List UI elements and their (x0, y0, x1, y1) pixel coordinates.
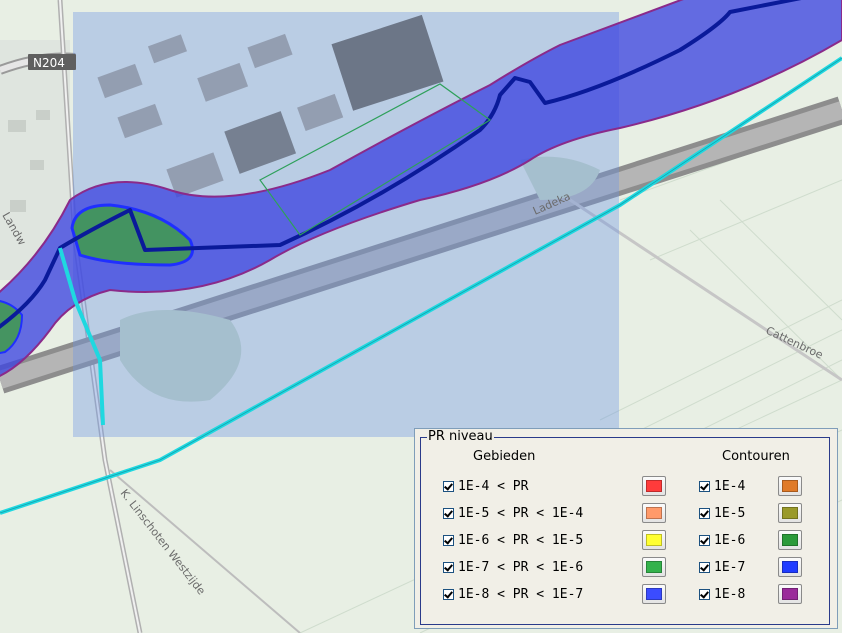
contour-row: 1E-8 (699, 583, 745, 605)
contour-label: 1E-4 (714, 478, 746, 494)
contour-color-swatch (782, 588, 798, 600)
contour-color-swatch (782, 534, 798, 546)
contours-header: Contouren (722, 449, 790, 464)
contour-color-button[interactable] (778, 584, 802, 604)
area-row: 1E-4 < PR (443, 475, 528, 497)
contour-color-button[interactable] (778, 530, 802, 550)
contour-checkbox[interactable] (699, 507, 710, 519)
area-checkbox[interactable] (443, 561, 454, 573)
area-row: 1E-8 < PR < 1E-7 (443, 583, 583, 605)
contour-color-swatch (782, 507, 798, 519)
area-row: 1E-5 < PR < 1E-4 (443, 502, 583, 524)
contour-label: 1E-8 (714, 586, 746, 602)
area-label: 1E-8 < PR < 1E-7 (458, 586, 584, 602)
area-color-button[interactable] (642, 476, 666, 496)
area-color-swatch (646, 480, 662, 492)
contour-color-swatch (782, 561, 798, 573)
area-row: 1E-7 < PR < 1E-6 (443, 556, 583, 578)
contour-color-swatch (782, 480, 798, 492)
area-label: 1E-6 < PR < 1E-5 (458, 532, 584, 548)
area-color-swatch (646, 588, 662, 600)
contour-row: 1E-5 (699, 502, 745, 524)
area-color-button[interactable] (642, 557, 666, 577)
legend-panel: PR niveau Gebieden Contouren 1E-4 < PR 1E… (414, 428, 838, 629)
area-color-swatch (646, 534, 662, 546)
area-color-button[interactable] (642, 584, 666, 604)
contour-row: 1E-4 (699, 475, 745, 497)
contour-row: 1E-6 (699, 529, 745, 551)
contour-label: 1E-6 (714, 532, 746, 548)
contour-checkbox[interactable] (699, 561, 710, 573)
contour-color-button[interactable] (778, 476, 802, 496)
area-color-button[interactable] (642, 503, 666, 523)
area-label: 1E-4 < PR (458, 478, 529, 494)
area-checkbox[interactable] (443, 480, 454, 492)
area-color-button[interactable] (642, 530, 666, 550)
contour-color-button[interactable] (778, 503, 802, 523)
contour-label: 1E-7 (714, 559, 746, 575)
contour-checkbox[interactable] (699, 480, 710, 492)
contour-checkbox[interactable] (699, 588, 710, 600)
area-checkbox[interactable] (443, 588, 454, 600)
area-checkbox[interactable] (443, 507, 454, 519)
contour-color-button[interactable] (778, 557, 802, 577)
contour-label: 1E-5 (714, 505, 746, 521)
areas-header: Gebieden (473, 449, 536, 464)
contour-row: 1E-7 (699, 556, 745, 578)
contour-checkbox[interactable] (699, 534, 710, 546)
road-label-n204: N204 (33, 56, 65, 70)
area-label: 1E-7 < PR < 1E-6 (458, 559, 584, 575)
area-color-swatch (646, 561, 662, 573)
area-row: 1E-6 < PR < 1E-5 (443, 529, 583, 551)
area-label: 1E-5 < PR < 1E-4 (458, 505, 584, 521)
area-checkbox[interactable] (443, 534, 454, 546)
area-color-swatch (646, 507, 662, 519)
legend-title: PR niveau (427, 429, 494, 444)
